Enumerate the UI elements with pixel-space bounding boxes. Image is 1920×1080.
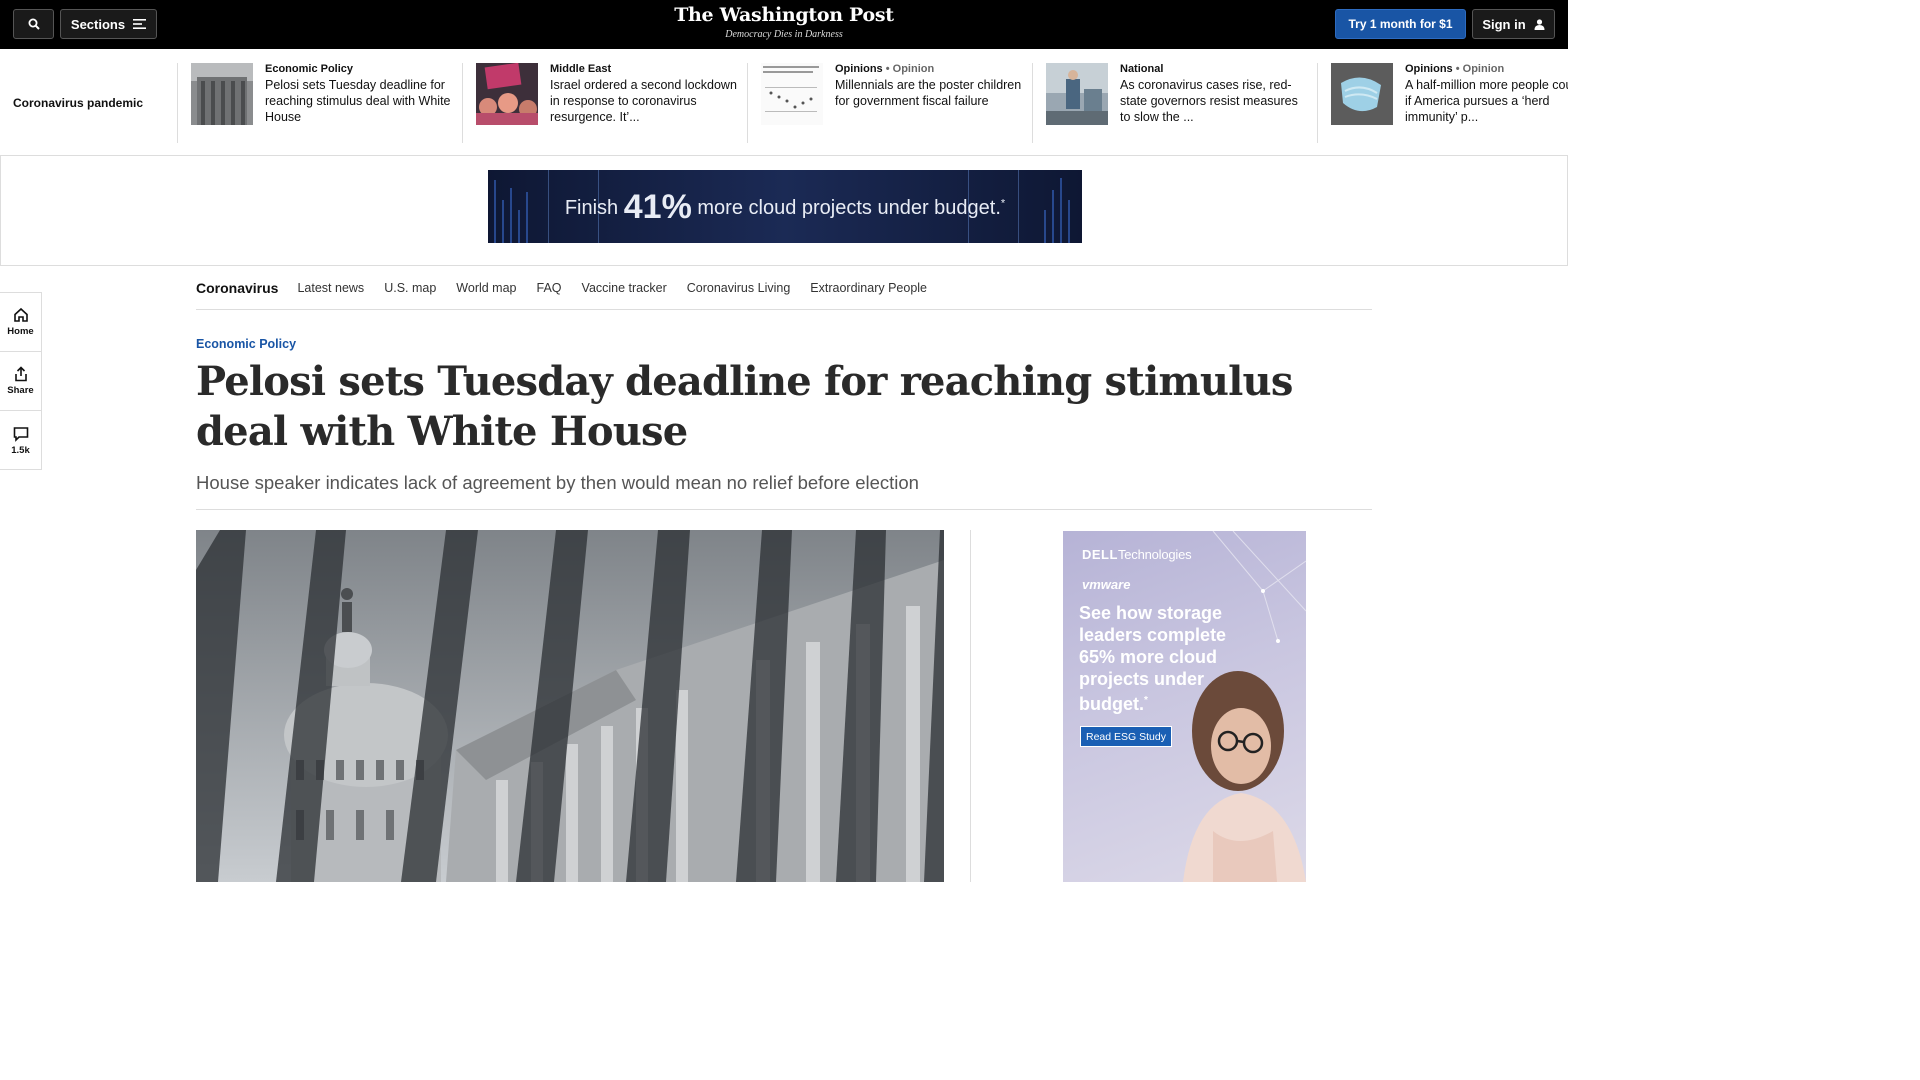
section-link-faq[interactable]: FAQ	[537, 281, 562, 295]
strip-item[interactable]: Opinions • Opinion Millennials are the p…	[747, 63, 1032, 143]
strip-thumbnail[interactable]	[761, 63, 823, 125]
strip-thumbnail[interactable]	[1331, 63, 1393, 125]
strip-kicker[interactable]: National	[1120, 63, 1310, 75]
ad-footnote-mark: *	[1144, 695, 1148, 706]
strip-item[interactable]: Opinions • Opinion A half-million more p…	[1317, 63, 1568, 143]
strip-label[interactable]: Coronavirus pandemic	[13, 96, 143, 110]
strip-thumbnail[interactable]	[476, 63, 538, 125]
ad-banner-slot: Finish 41% more cloud projects under bud…	[0, 156, 1568, 266]
article-action-rail: Home Share 1.5k	[0, 292, 42, 470]
comment-icon	[13, 426, 28, 442]
ad-copy: See how storage leaders complete 65% mor…	[1079, 602, 1249, 715]
strip-kicker[interactable]: Middle East	[550, 63, 740, 75]
headline-strip: Coronavirus pandemic Economic Policy Pel…	[0, 49, 1568, 156]
divider	[196, 509, 1372, 510]
site-tagline: Democracy Dies in Darkness	[725, 29, 843, 40]
strip-headline[interactable]: Israel ordered a second lockdown in resp…	[550, 77, 740, 125]
home-label: Home	[7, 326, 34, 337]
sign-in-label: Sign in	[1482, 16, 1526, 32]
article-headline: Pelosi sets Tuesday deadline for reachin…	[196, 358, 1293, 455]
technologies-wordmark: Technologies	[1117, 547, 1192, 562]
share-label: Share	[7, 385, 34, 396]
share-icon	[14, 366, 27, 382]
sign-in-button[interactable]: Sign in	[1472, 9, 1555, 39]
strip-thumbnail[interactable]	[191, 63, 253, 125]
comment-count: 1.5k	[11, 444, 30, 456]
sidebar-advertisement[interactable]: DELLTechnologies vmware See how storage …	[1063, 531, 1306, 882]
section-link-latest-news[interactable]: Latest news	[297, 281, 364, 295]
home-button[interactable]: Home	[0, 293, 41, 352]
banner-post: more cloud projects under budget.	[697, 197, 1001, 219]
home-icon	[13, 307, 28, 322]
section-link-extraordinary-people[interactable]: Extraordinary People	[810, 281, 927, 295]
vmware-logo: vmware	[1082, 577, 1131, 592]
strip-headline[interactable]: Millennials are the poster children for …	[835, 77, 1025, 109]
strip-item[interactable]: Economic Policy Pelosi sets Tuesday dead…	[177, 63, 462, 143]
strip-item[interactable]: National As coronavirus cases rise, red-…	[1032, 63, 1317, 143]
banner-footnote-mark: *	[1000, 197, 1006, 210]
comments-button[interactable]: 1.5k	[0, 411, 41, 470]
section-link-coronavirus-living[interactable]: Coronavirus Living	[687, 281, 791, 295]
strip-thumbnail[interactable]	[1046, 63, 1108, 125]
strip-kicker-section[interactable]: Opinions	[1405, 63, 1453, 75]
dell-wordmark: DELL	[1082, 547, 1118, 562]
site-logo[interactable]: The Washington Post	[0, 4, 1568, 26]
strip-headline[interactable]: Pelosi sets Tuesday deadline for reachin…	[265, 77, 455, 125]
section-link-world-map[interactable]: World map	[456, 281, 516, 295]
ad-copy-text: See how storage leaders complete 65% mor…	[1079, 603, 1227, 714]
top-navigation-bar: Sections The Washington Post Democracy D…	[0, 0, 1568, 49]
section-link-us-map[interactable]: U.S. map	[384, 281, 436, 295]
dell-logo: DELLTechnologies	[1082, 547, 1192, 562]
strip-headline[interactable]: As coronavirus cases rise, red-state gov…	[1120, 77, 1310, 125]
section-navigation: Coronavirus Latest news U.S. map World m…	[196, 266, 1372, 310]
banner-text: Finish 41% more cloud projects under bud…	[488, 188, 1082, 227]
banner-percent: 41%	[623, 188, 692, 226]
strip-kicker[interactable]: Economic Policy	[265, 63, 455, 75]
section-brand[interactable]: Coronavirus	[196, 280, 278, 296]
column-divider	[970, 530, 971, 882]
strip-kicker-section[interactable]: Opinions	[835, 63, 883, 75]
strip-headline[interactable]: A half-million more people could die if …	[1405, 77, 1568, 125]
strip-kicker[interactable]: Opinions • Opinion	[835, 63, 1025, 75]
user-icon	[1534, 18, 1545, 30]
strip-item[interactable]: Middle East Israel ordered a second lock…	[462, 63, 747, 143]
article-dek: House speaker indicates lack of agreemen…	[196, 472, 919, 493]
subscribe-button[interactable]: Try 1 month for $1	[1335, 9, 1466, 39]
read-esg-study-button[interactable]: Read ESG Study	[1080, 726, 1172, 747]
lead-photo-capitol	[196, 530, 944, 882]
banner-pre: Finish	[564, 197, 619, 219]
advertisement-banner[interactable]: Finish 41% more cloud projects under bud…	[488, 170, 1082, 243]
strip-kicker[interactable]: Opinions • Opinion	[1405, 63, 1568, 75]
section-link-vaccine-tracker[interactable]: Vaccine tracker	[582, 281, 667, 295]
masthead[interactable]: The Washington Post Democracy Dies in Da…	[0, 4, 1568, 40]
share-button[interactable]: Share	[0, 352, 41, 411]
article-kicker[interactable]: Economic Policy	[196, 337, 296, 351]
opinion-label: • Opinion	[1455, 63, 1505, 75]
opinion-label: • Opinion	[885, 63, 935, 75]
